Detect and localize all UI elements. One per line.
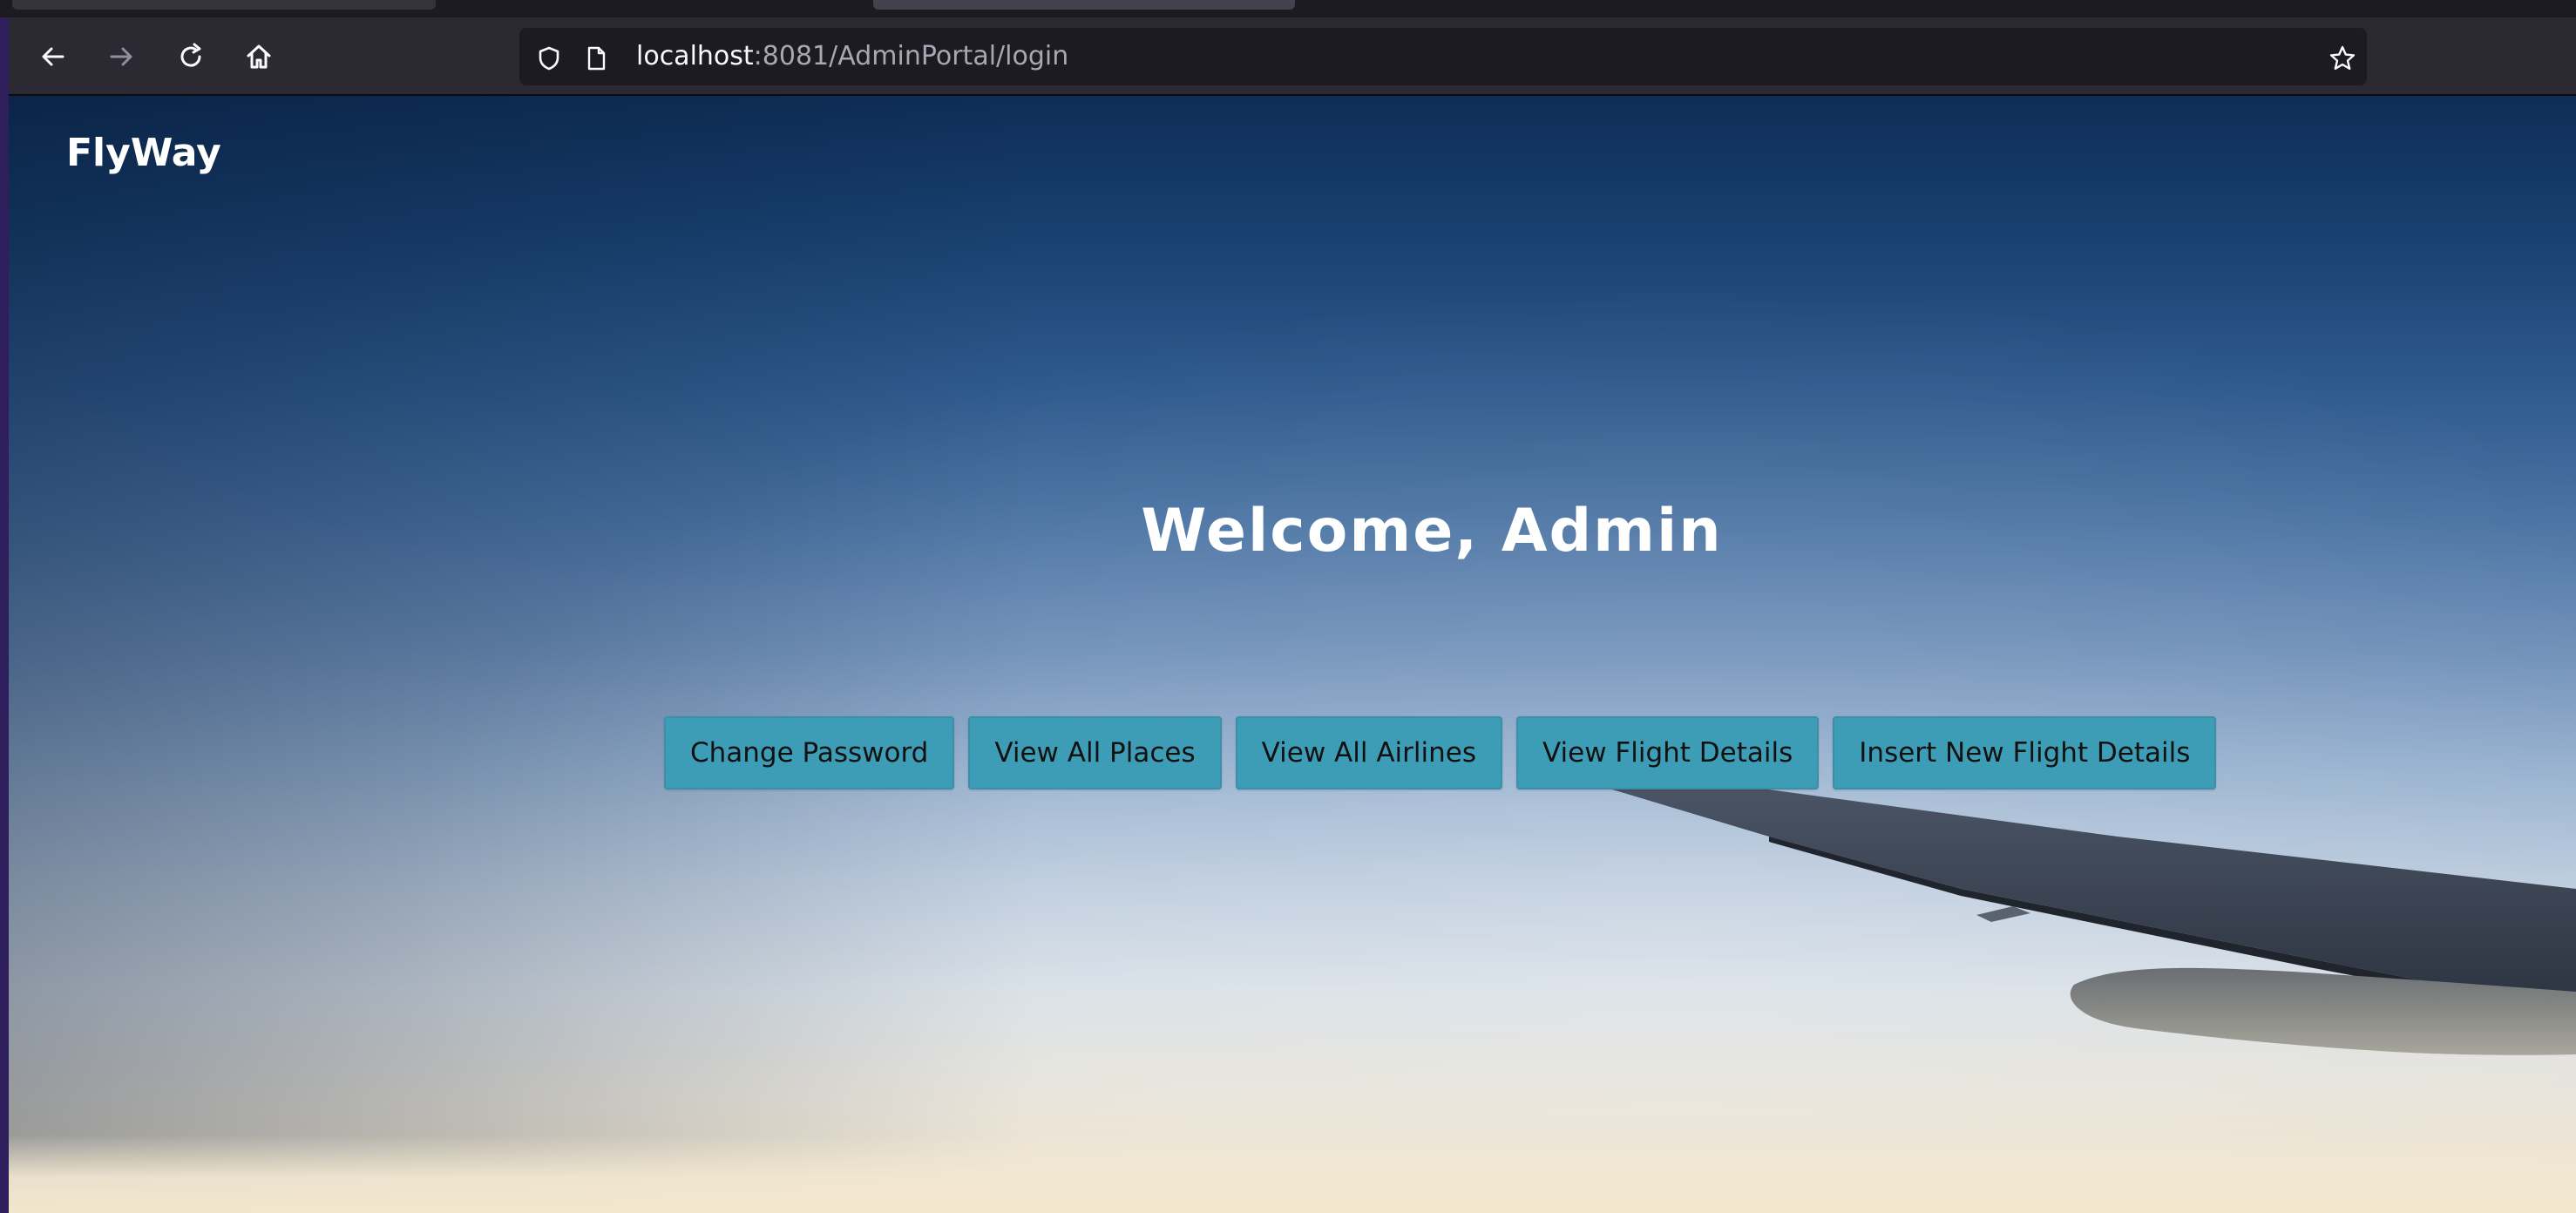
- brand-logo[interactable]: FlyWay: [66, 131, 221, 175]
- browser-tab[interactable]: [12, 0, 436, 10]
- home-button[interactable]: [241, 38, 277, 75]
- address-bar[interactable]: localhost:8081/AdminPortal/login: [519, 28, 2367, 85]
- reload-button[interactable]: [173, 38, 209, 75]
- star-bookmark-icon[interactable]: [2329, 44, 2356, 72]
- forward-arrow-icon: [110, 47, 132, 66]
- forward-button[interactable]: [103, 38, 139, 75]
- change-password-button[interactable]: Change Password: [664, 716, 955, 789]
- back-arrow-icon: [42, 47, 64, 66]
- welcome-heading: Welcome, Admin: [1141, 497, 1723, 566]
- shield-icon[interactable]: [537, 46, 561, 71]
- admin-actions: Change Password View All Places View All…: [664, 716, 2217, 789]
- url-path: :8081/AdminPortal/login: [753, 41, 1069, 71]
- view-all-airlines-button[interactable]: View All Airlines: [1235, 716, 1502, 789]
- window-edge: [0, 17, 9, 1213]
- airplane-wing-image: [1595, 784, 2576, 1055]
- url-text[interactable]: localhost:8081/AdminPortal/login: [636, 42, 1068, 71]
- insert-new-flight-details-button[interactable]: Insert New Flight Details: [1833, 716, 2217, 789]
- browser-toolbar: localhost:8081/AdminPortal/login: [0, 17, 2576, 96]
- url-host: localhost: [636, 41, 754, 71]
- page-icon[interactable]: [584, 46, 608, 71]
- tab-strip: [0, 0, 2576, 17]
- home-icon: [247, 44, 271, 69]
- cloud-layer: [9, 1135, 2576, 1213]
- view-flight-details-button[interactable]: View Flight Details: [1516, 716, 1820, 789]
- browser-tab-active[interactable]: [873, 0, 1295, 10]
- back-button[interactable]: [35, 38, 71, 75]
- page-viewport: FlyWay Welcome, Admin Change Password Vi…: [9, 96, 2576, 1213]
- reload-icon: [180, 43, 201, 67]
- view-all-places-button[interactable]: View All Places: [968, 716, 1222, 789]
